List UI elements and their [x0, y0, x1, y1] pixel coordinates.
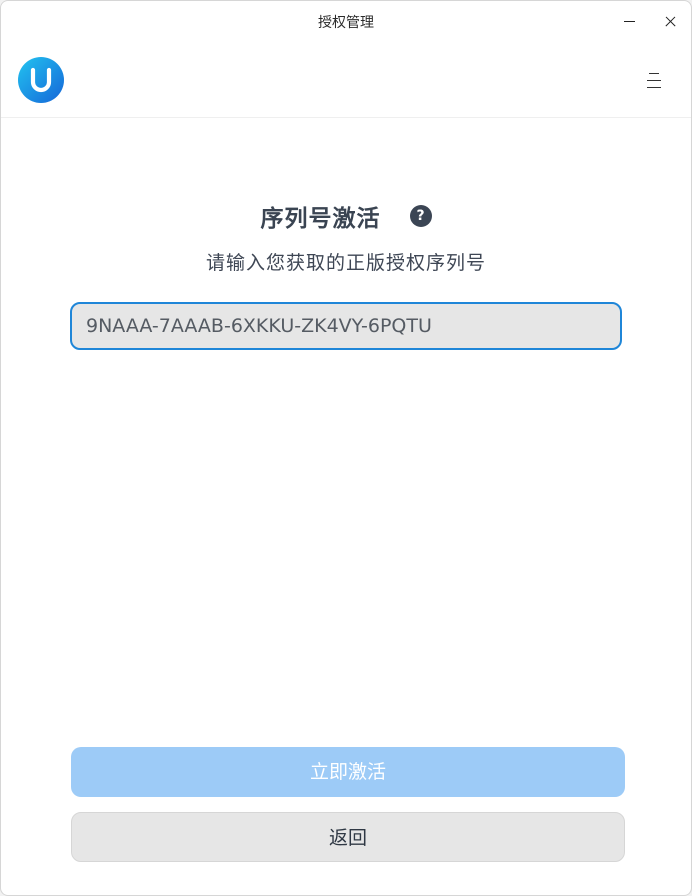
window-title: 授权管理 — [318, 15, 374, 31]
instruction-text: 请输入您获取的正版授权序列号 — [205, 252, 486, 274]
close-icon[interactable] — [658, 9, 684, 35]
minimize-icon[interactable] — [617, 9, 643, 35]
title-bar: 授权管理 — [1, 1, 691, 43]
question-icon[interactable]: ? — [409, 205, 432, 227]
serial-number-input[interactable] — [70, 302, 622, 350]
hamburger-menu-icon[interactable] — [641, 69, 669, 93]
activate-button[interactable]: 立即激活 — [71, 747, 625, 797]
page-title: 序列号激活 — [260, 206, 381, 232]
uos-logo-icon — [17, 56, 65, 104]
header-divider — [1, 117, 691, 118]
license-window: 授权管理 序列号激活 ? 请输入您获取的正版授权序列号 立即激活 返回 — [0, 0, 692, 896]
back-button[interactable]: 返回 — [71, 812, 625, 862]
heading-row: 序列号激活 ? — [1, 199, 691, 233]
